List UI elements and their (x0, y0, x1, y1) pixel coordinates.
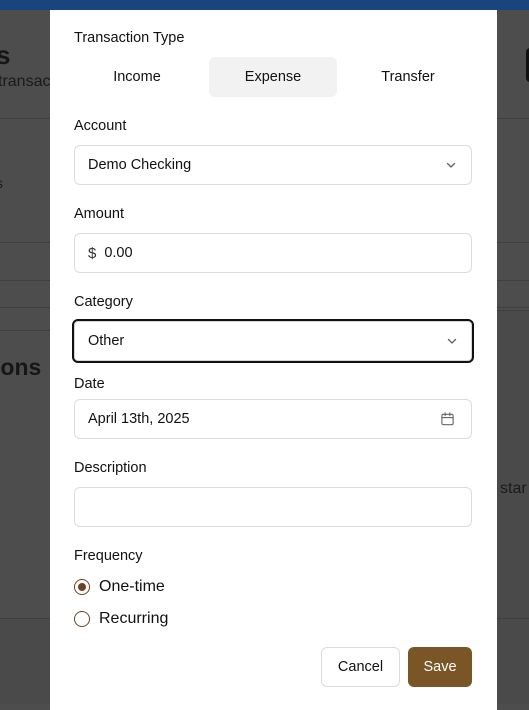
background-heading: ions (0, 354, 42, 380)
date-value: April 13th, 2025 (88, 411, 190, 427)
radio-label-recurring: Recurring (99, 610, 169, 627)
radio-one-time[interactable]: One-time (74, 578, 165, 596)
category-label: Category (74, 294, 133, 310)
calendar-icon (441, 412, 454, 426)
top-bar (0, 0, 529, 10)
category-value: Other (88, 333, 125, 349)
transaction-type-label: Transaction Type (74, 30, 185, 46)
tab-transfer[interactable]: Transfer (345, 57, 471, 97)
account-select[interactable]: Demo Checking (74, 145, 472, 185)
radio-recurring[interactable]: Recurring (74, 610, 168, 628)
description-label: Description (74, 460, 147, 476)
description-input[interactable] (74, 487, 472, 527)
currency-symbol: $ (88, 244, 97, 262)
radio-button-selected[interactable] (74, 579, 90, 595)
tab-income[interactable]: Income (74, 57, 200, 97)
chevron-down-icon (447, 338, 457, 344)
background-card (497, 310, 529, 640)
radio-label-one-time: One-time (99, 578, 165, 595)
frequency-label: Frequency (74, 548, 143, 564)
chevron-down-icon (446, 162, 456, 168)
date-picker[interactable]: April 13th, 2025 (74, 399, 472, 439)
background-text: s (0, 175, 3, 191)
category-select[interactable]: Other (72, 319, 474, 363)
tab-expense[interactable]: Expense (209, 57, 337, 97)
account-value: Demo Checking (88, 157, 192, 173)
background-right-text: star (500, 480, 527, 497)
cancel-button[interactable]: Cancel (321, 647, 400, 687)
amount-value: 0.00 (104, 245, 133, 261)
amount-field[interactable]: $ 0.00 (74, 233, 472, 273)
background-subtitle: transac (0, 73, 51, 90)
amount-label: Amount (74, 206, 124, 222)
background-title: s (0, 40, 11, 70)
add-transaction-dialog: Transaction Type Income Expense Transfer… (50, 10, 497, 710)
date-label: Date (74, 376, 105, 392)
radio-button[interactable] (74, 611, 90, 627)
save-button[interactable]: Save (408, 647, 472, 687)
account-label: Account (74, 118, 127, 134)
